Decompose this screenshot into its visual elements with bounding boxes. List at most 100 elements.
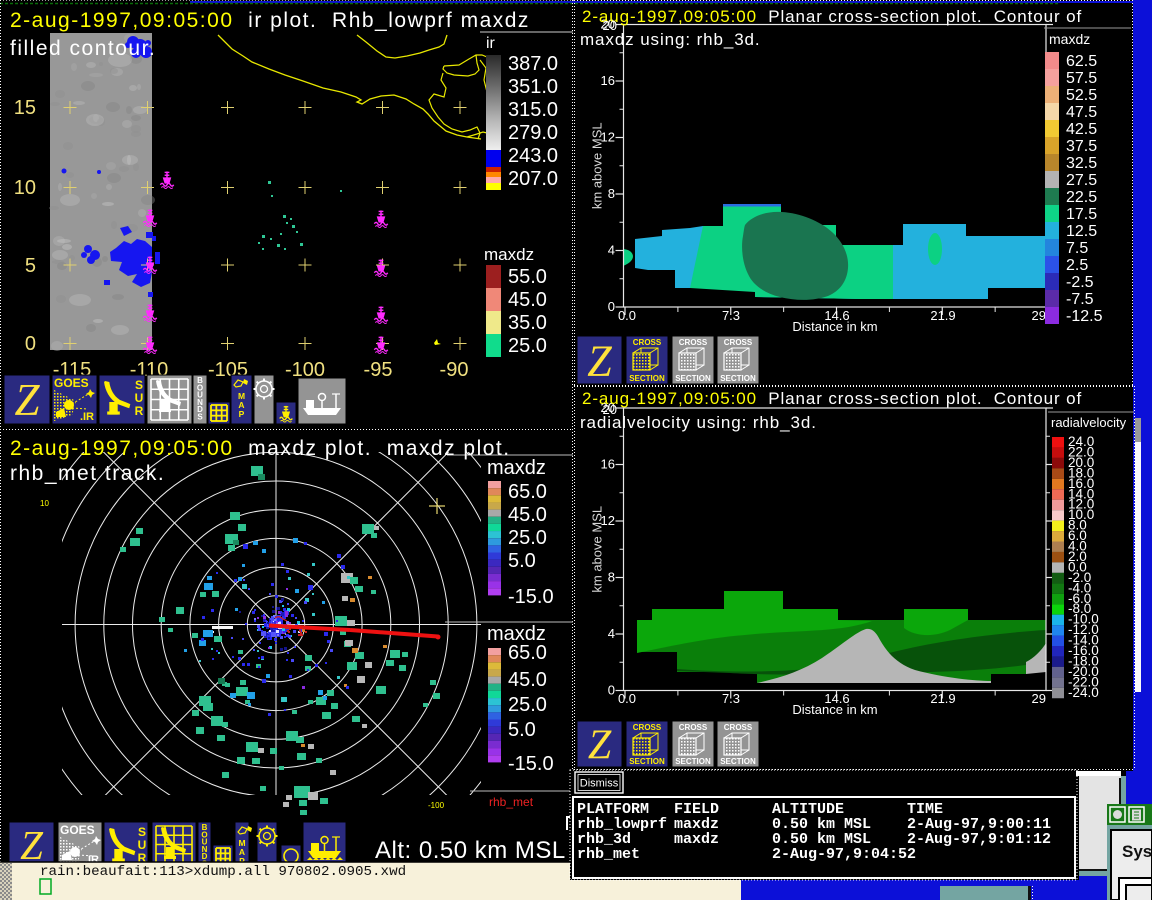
svg-text:Z: Z [588,723,612,769]
svg-text:-100: -100 [428,801,445,810]
svg-text:P: P [239,409,245,419]
svg-text:-15.0: -15.0 [508,586,554,608]
svg-text:S: S [138,825,146,839]
svg-text:7.3: 7.3 [722,691,740,706]
svg-text:.IR: .IR [80,411,94,423]
svg-text:7.5: 7.5 [1066,240,1088,257]
svg-text:16: 16 [601,457,615,472]
svg-text:2-Aug-97,9:04:52: 2-Aug-97,9:04:52 [772,846,916,863]
svg-text:km above MSL: km above MSL [590,122,605,209]
svg-text:29: 29 [1032,308,1046,323]
svg-text:279.0: 279.0 [508,122,558,144]
svg-text:0.0: 0.0 [618,308,636,323]
svg-text:-15.0: -15.0 [508,753,554,775]
svg-text:32.5: 32.5 [1066,155,1097,172]
svg-text:SECTION: SECTION [720,757,756,766]
svg-text:Dismiss: Dismiss [580,778,619,790]
svg-text:29: 29 [1032,691,1046,706]
svg-text:Alt: 0.50 km MSL: Alt: 0.50 km MSL [375,837,566,864]
svg-text:8: 8 [608,570,615,585]
svg-text:65.0: 65.0 [508,481,547,503]
svg-text:-95: -95 [364,359,393,381]
svg-text:Z: Z [20,822,44,868]
svg-text:Z: Z [14,375,40,425]
svg-text:55.0: 55.0 [508,266,547,288]
svg-text:16: 16 [601,73,615,88]
svg-text:25.0: 25.0 [508,694,547,716]
svg-text:22.5: 22.5 [1066,189,1097,206]
svg-text:21.9: 21.9 [930,691,955,706]
svg-text:GOES: GOES [54,376,89,390]
svg-text:-2.5: -2.5 [1066,274,1094,291]
svg-text:Z: Z [587,336,612,385]
svg-text:27.5: 27.5 [1066,172,1097,189]
svg-text:7.3: 7.3 [722,308,740,323]
svg-text:CROSS: CROSS [724,723,753,732]
svg-text:rhb_met: rhb_met [489,795,534,809]
svg-text:42.5: 42.5 [1066,121,1097,138]
svg-text:315.0: 315.0 [508,99,558,121]
svg-text:S: S [197,413,203,422]
svg-text:10: 10 [40,499,49,508]
svg-text:5: 5 [25,255,36,277]
svg-text:ir: ir [486,35,496,52]
svg-text:62.5: 62.5 [1066,53,1097,70]
svg-text:25.0: 25.0 [508,335,547,357]
svg-text:0.0: 0.0 [618,691,636,706]
svg-text:maxdz: maxdz [487,457,546,479]
svg-text:4: 4 [608,626,615,641]
svg-text:R: R [135,404,144,418]
svg-text:10: 10 [14,177,36,199]
svg-text:SECTION: SECTION [675,374,711,383]
svg-text:-12.5: -12.5 [1066,308,1103,325]
svg-text:21.9: 21.9 [930,308,955,323]
svg-text:-7.5: -7.5 [1066,291,1094,308]
svg-text:5.0: 5.0 [508,719,536,741]
svg-text:Syst: Syst [1122,842,1152,861]
svg-text:0: 0 [608,299,615,314]
svg-text:Distance in km: Distance in km [792,319,877,334]
svg-text:CROSS: CROSS [679,338,708,347]
svg-text:2.5: 2.5 [1066,257,1088,274]
svg-text:rhb_met: rhb_met [577,846,640,863]
svg-text:20: 20 [603,402,617,417]
svg-text:SECTION: SECTION [629,757,665,766]
svg-text:17.5: 17.5 [1066,206,1097,223]
svg-text:U: U [135,391,144,405]
svg-text:15: 15 [14,97,36,119]
svg-text:35.0: 35.0 [508,312,547,334]
svg-text:km above MSL: km above MSL [590,506,605,593]
svg-text:65.0: 65.0 [508,642,547,664]
svg-text:47.5: 47.5 [1066,104,1097,121]
svg-text:SECTION: SECTION [675,757,711,766]
svg-text:SECTION: SECTION [629,374,665,383]
svg-text:45.0: 45.0 [508,504,547,526]
svg-text:SECTION: SECTION [720,374,756,383]
svg-text:45.0: 45.0 [508,289,547,311]
svg-text:37.5: 37.5 [1066,138,1097,155]
svg-text:maxdz: maxdz [484,245,534,264]
svg-text:rhb_met track.: rhb_met track. [10,462,165,485]
svg-text:-24.0: -24.0 [1068,685,1099,700]
svg-text:S: S [135,378,143,392]
svg-text:Distance in km: Distance in km [792,702,877,717]
svg-text:2-Aug-97,9:01:12: 2-Aug-97,9:01:12 [907,831,1051,848]
svg-text:radialvelocity: radialvelocity [1051,415,1127,430]
svg-text:52.5: 52.5 [1066,87,1097,104]
svg-text:57.5: 57.5 [1066,70,1097,87]
svg-text:2-aug-1997,09:05:00 Planar cr: 2-aug-1997,09:05:00 Planar cross-section… [582,7,1082,26]
svg-text:GOES: GOES [60,823,95,837]
svg-text:0: 0 [25,333,36,355]
svg-text:CROSS: CROSS [633,723,662,732]
svg-text:maxdz: maxdz [674,831,719,848]
svg-text:351.0: 351.0 [508,76,558,98]
svg-text:2-aug-1997,09:05:00 maxdz plo: 2-aug-1997,09:05:00 maxdz plot. maxdz pl… [10,437,511,460]
svg-text:U: U [138,838,147,852]
svg-text:20: 20 [603,18,617,33]
svg-text:-90: -90 [440,359,469,381]
svg-text:maxdz: maxdz [1049,31,1090,47]
svg-text:filled contour.: filled contour. [10,37,156,60]
svg-text:45.0: 45.0 [508,669,547,691]
svg-text:CROSS: CROSS [724,338,753,347]
svg-text:2-aug-1997,09:05:00 ir plot.: 2-aug-1997,09:05:00 ir plot. Rhb_lowprf … [10,9,530,32]
